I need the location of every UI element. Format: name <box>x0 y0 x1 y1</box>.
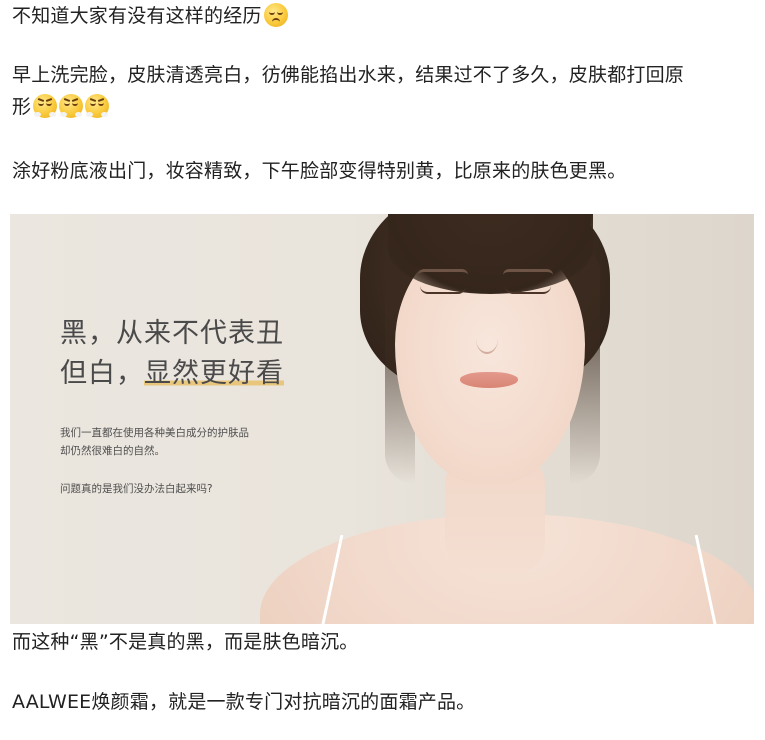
pensive-face-icon <box>263 3 288 27</box>
paragraph-morning-line2: 形 <box>12 96 32 118</box>
hero-headline-line2: 但白，显然更好看 <box>60 354 284 394</box>
hero-headline-highlight: 显然更好看 <box>144 358 284 389</box>
hero-subtext-line1: 我们一直都在使用各种美白成分的护肤品 <box>60 427 249 439</box>
hero-headline-line1: 黑，从来不代表丑 <box>60 318 284 349</box>
article-body: 不知道大家有没有这样的经历 早上洗完脸，皮肤清透亮白，彷佛能掐出水来，结果过不了… <box>0 0 765 740</box>
model-photo <box>260 214 754 624</box>
paragraph-morning-line1: 早上洗完脸，皮肤清透亮白，彷佛能掐出水来，结果过不了多久，皮肤都打回原 <box>12 64 685 86</box>
hero-image: 黑，从来不代表丑 但白，显然更好看 我们一直都在使用各种美白成分的护肤品 却仍然… <box>10 214 754 624</box>
paragraph-morning: 早上洗完脸，皮肤清透亮白，彷佛能掐出水来，结果过不了多久，皮肤都打回原 形 <box>12 59 752 123</box>
hero-subtext: 我们一直都在使用各种美白成分的护肤品 却仍然很难白的自然。 <box>60 424 249 460</box>
hero-subtext-line2: 却仍然很难白的自然。 <box>60 445 165 457</box>
paragraph-dullness: 而这种“黑”不是真的黑，而是肤色暗沉。 <box>12 631 359 653</box>
paragraph-foundation: 涂好粉底液出门，妆容精致，下午脸部变得特别黄，比原来的肤色更黑。 <box>12 160 627 182</box>
steam-face-icon <box>33 94 58 118</box>
paragraph-product: AALWEE焕颜霜，就是一款专门对抗暗沉的面霜产品。 <box>12 691 476 713</box>
hero-headline-prefix: 但白， <box>60 358 144 389</box>
steam-face-icon <box>59 94 84 118</box>
hero-question: 问题真的是我们没办法白起来吗? <box>60 483 213 495</box>
steam-face-icon <box>85 94 110 118</box>
paragraph-intro: 不知道大家有没有这样的经历 <box>12 0 752 32</box>
hero-headline: 黑，从来不代表丑 但白，显然更好看 <box>60 314 284 394</box>
paragraph-intro-text: 不知道大家有没有这样的经历 <box>12 5 262 27</box>
